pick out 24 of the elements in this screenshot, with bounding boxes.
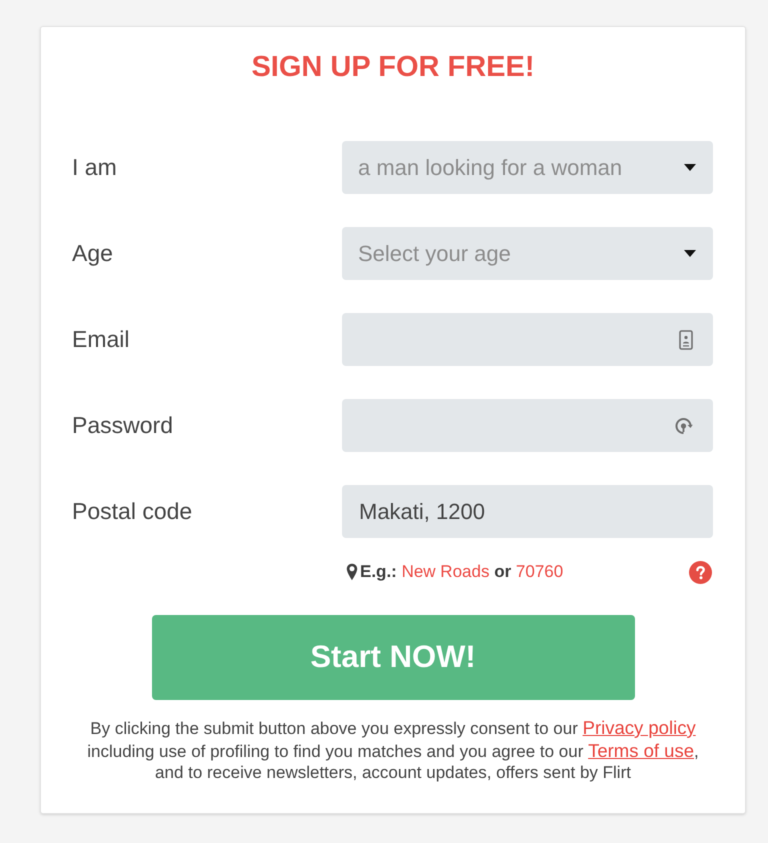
circle-arrow-icon: [674, 416, 693, 435]
example-hint-text: E.g.: New Roads or 70760: [360, 561, 564, 583]
password-field[interactable]: [342, 399, 713, 452]
help-icon[interactable]: [689, 560, 712, 584]
caret-icon: [684, 164, 696, 171]
form-title: SIGN UP FOR FREE!: [250, 50, 536, 84]
input-field[interactable]: Makati, 1200: [342, 485, 713, 538]
policy-link[interactable]: Privacy policy: [582, 717, 696, 738]
caret-icon: [684, 250, 696, 257]
field-label: Age: [72, 239, 113, 268]
start-now-button[interactable]: Start NOW!: [152, 615, 634, 700]
contact-card-icon: [679, 330, 693, 350]
policy-link[interactable]: Terms of use: [588, 740, 694, 760]
field-label: I am: [72, 153, 117, 182]
consent-text: By clicking the submit button above you expressly consent to our Privacy policy including use of profiling to find you matches and you agree to our Terms of use, and to receive newsletters, account updates, offers sent by Flirt: [86, 717, 700, 784]
email-field[interactable]: [342, 313, 713, 366]
dropdown[interactable]: Select your age: [342, 227, 713, 280]
example-link[interactable]: New Roads: [402, 562, 490, 581]
dropdown[interactable]: a man looking for a woman: [342, 141, 713, 194]
field-label: Postal code: [72, 497, 192, 526]
field-label: Password: [72, 411, 173, 440]
field-label: Email: [72, 325, 130, 354]
map-pin-icon: [346, 563, 358, 581]
example-link[interactable]: 70760: [516, 562, 564, 581]
